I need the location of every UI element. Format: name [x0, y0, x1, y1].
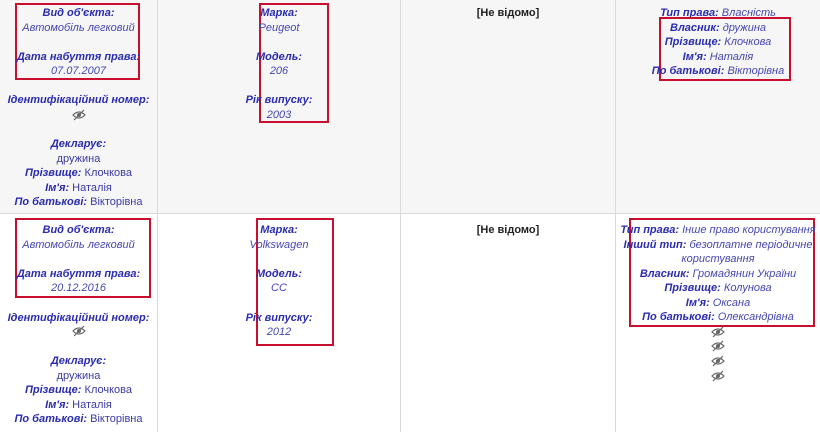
owner-name-line: Ім'я: Оксана	[685, 297, 751, 309]
brand-label: Марка:	[260, 224, 298, 236]
value-cell: [Не відомо]	[401, 0, 615, 214]
object-type-value: Автомобіль легковий	[22, 22, 135, 34]
right-type-line: Тип права: Інше право користування	[620, 224, 816, 236]
brand-label: Марка:	[260, 7, 298, 19]
declarant-label: Декларує:	[50, 355, 107, 367]
declaration-table: Вид об'єкта: Автомобіль легковий Дата на…	[0, 0, 820, 432]
year-label: Рік випуску:	[245, 312, 313, 324]
column-divider	[157, 0, 158, 432]
declarant-value: дружина	[56, 153, 101, 165]
declarant-value: дружина	[56, 370, 101, 382]
vehicle-cell: Марка: Volkswagen Модель: CC Рік випуску…	[158, 214, 400, 432]
brand-value: Volkswagen	[249, 239, 309, 251]
brand-value: Peugeot	[258, 22, 300, 34]
other-type-continued: користування	[681, 253, 755, 265]
owner-surname-line: Прізвище: Клочкова	[664, 36, 772, 48]
surname-line: Прізвище: Клочкова	[25, 384, 132, 396]
vehicle-cell: Марка: Peugeot Модель: 206 Рік випуску: …	[158, 0, 400, 214]
hidden-eye-icon[interactable]	[0, 108, 157, 122]
acquired-date-label: Дата набуття права:	[16, 268, 141, 280]
surname-line: Прізвище: Клочкова	[25, 167, 132, 179]
model-label: Модель:	[256, 51, 302, 63]
acquired-date-label: Дата набуття права:	[16, 51, 141, 63]
rights-cell: Тип права: Власність Власник: дружина Пр…	[616, 0, 820, 214]
object-type-value: Автомобіль легковий	[22, 239, 135, 251]
object-type-label: Вид об'єкта:	[42, 7, 115, 19]
other-type-line: Інший тип: безоплатне періодичне	[623, 239, 813, 251]
unknown-value: [Не відомо]	[476, 224, 540, 236]
hidden-eye-icon[interactable]	[616, 354, 820, 368]
name-line: Ім'я: Наталія	[45, 399, 112, 411]
owner-line: Власник: дружина	[670, 22, 766, 34]
owner-patronymic-line: По батькові: Олександрівна	[642, 311, 794, 323]
model-value: 206	[269, 65, 289, 77]
column-divider	[615, 0, 616, 432]
acquired-date-value: 20.12.2016	[50, 282, 107, 294]
object-cell: Вид об'єкта: Автомобіль легковий Дата на…	[0, 0, 157, 214]
hidden-eye-icon[interactable]	[616, 339, 820, 353]
patronymic-line: По батькові: Вікторівна	[14, 196, 143, 208]
owner-surname-line: Прізвище: Колунова	[664, 282, 772, 294]
hidden-eye-icon[interactable]	[0, 324, 157, 338]
row-divider	[0, 213, 820, 214]
rights-cell: Тип права: Інше право користування Інший…	[616, 214, 820, 432]
model-label: Модель:	[256, 268, 302, 280]
year-value: 2003	[266, 109, 292, 121]
year-value: 2012	[266, 326, 292, 338]
value-cell: [Не відомо]	[401, 214, 615, 432]
model-value: CC	[271, 282, 287, 294]
name-line: Ім'я: Наталія	[45, 182, 112, 194]
declarant-label: Декларує:	[50, 138, 107, 150]
unknown-value: [Не відомо]	[476, 7, 540, 19]
table-row: Вид об'єкта: Автомобіль легковий Дата на…	[0, 214, 820, 432]
acquired-date-value: 07.07.2007	[50, 65, 107, 77]
id-number-label: Ідентифікаційний номер:	[7, 94, 150, 106]
object-type-label: Вид об'єкта:	[42, 224, 115, 236]
hidden-eye-icon[interactable]	[616, 325, 820, 339]
object-cell: Вид об'єкта: Автомобіль легковий Дата на…	[0, 214, 157, 432]
year-label: Рік випуску:	[245, 94, 313, 106]
table-row: Вид об'єкта: Автомобіль легковий Дата на…	[0, 0, 820, 214]
owner-line: Власник: Громадянин України	[639, 268, 797, 280]
hidden-eye-icon[interactable]	[616, 369, 820, 383]
column-divider	[400, 0, 401, 432]
owner-patronymic-line: По батькові: Вікторівна	[651, 65, 785, 77]
id-number-label: Ідентифікаційний номер:	[7, 312, 150, 324]
patronymic-line: По батькові: Вікторівна	[14, 413, 143, 425]
owner-name-line: Ім'я: Наталія	[682, 51, 754, 63]
